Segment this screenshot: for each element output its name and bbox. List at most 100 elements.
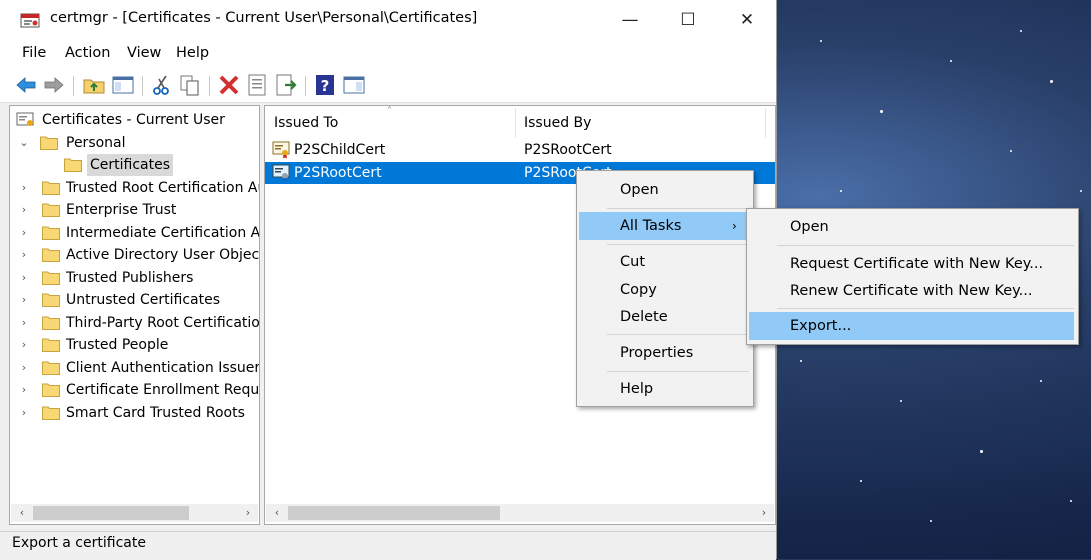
menu-action[interactable]: Action: [65, 45, 110, 61]
folder-icon: [42, 338, 60, 352]
close-button[interactable]: ✕: [718, 0, 776, 40]
menu-item-delete[interactable]: Delete: [579, 303, 751, 331]
menu-help[interactable]: Help: [176, 45, 209, 61]
delete-icon[interactable]: [217, 73, 241, 97]
menu-item-label: Open: [620, 182, 659, 198]
menu-file[interactable]: File: [22, 45, 46, 61]
menu-item-label: Export...: [790, 318, 852, 334]
submenu-item-request-new-key[interactable]: Request Certificate with New Key...: [749, 250, 1076, 278]
certificate-icon: [272, 141, 290, 159]
issued-by-cell: P2SRootCert: [524, 142, 612, 158]
tree-horizontal-scrollbar[interactable]: ‹ ›: [11, 504, 258, 522]
tree-item-label: Trusted Publishers: [66, 270, 194, 286]
title-bar[interactable]: certmgr - [Certificates - Current User\P…: [0, 0, 776, 40]
column-header-issued-to[interactable]: Issued To: [274, 115, 338, 131]
all-tasks-submenu: Open Request Certificate with New Key...…: [746, 208, 1079, 345]
folder-open-icon: [64, 158, 82, 172]
tree-item-label: Smart Card Trusted Roots: [66, 405, 245, 421]
folder-icon: [42, 203, 60, 217]
properties-icon[interactable]: [245, 73, 269, 97]
menu-item-label: Renew Certificate with New Key...: [790, 283, 1033, 299]
submenu-item-open[interactable]: Open: [749, 213, 1076, 241]
tree-root-label: Certificates - Current User: [42, 112, 225, 128]
menu-bar: File Action View Help: [0, 40, 776, 68]
chevron-right-icon[interactable]: ›: [18, 289, 30, 311]
scroll-thumb[interactable]: [33, 506, 189, 520]
tree-item-label: Trusted Root Certification Aut: [66, 180, 260, 196]
folder-icon: [42, 383, 60, 397]
help-icon[interactable]: ?: [313, 73, 337, 97]
window-title: certmgr - [Certificates - Current User\P…: [50, 10, 478, 26]
submenu-arrow-icon: ›: [732, 219, 737, 233]
tree-item-label: Untrusted Certificates: [66, 292, 220, 308]
tree-label-certificates: Certificates: [87, 154, 174, 176]
tree-label-personal: Personal: [66, 135, 126, 151]
scroll-right-icon[interactable]: ›: [755, 504, 773, 522]
console-tree[interactable]: Certificates - Current User ⌄ Personal C…: [9, 105, 260, 525]
forward-arrow-icon[interactable]: [42, 73, 66, 97]
show-action-pane-icon[interactable]: [342, 73, 366, 97]
chevron-right-icon[interactable]: ›: [18, 334, 30, 356]
chevron-right-icon[interactable]: ›: [18, 244, 30, 266]
folder-icon: [42, 181, 60, 195]
certmgr-app-icon: [20, 13, 40, 28]
back-arrow-icon[interactable]: [14, 73, 38, 97]
sort-ascending-icon: ˄: [387, 106, 392, 117]
chevron-right-icon[interactable]: ›: [18, 222, 30, 244]
menu-item-copy[interactable]: Copy: [579, 276, 751, 304]
scroll-thumb[interactable]: [288, 506, 500, 520]
folder-icon: [42, 293, 60, 307]
chevron-right-icon[interactable]: ›: [18, 402, 30, 424]
menu-item-label: Delete: [620, 309, 668, 325]
menu-item-help[interactable]: Help: [579, 375, 751, 403]
issued-to-cell: P2SChildCert: [294, 142, 386, 158]
menu-item-label: Copy: [620, 282, 657, 298]
svg-text:?: ?: [321, 77, 330, 95]
chevron-right-icon[interactable]: ›: [18, 177, 30, 199]
tree-item-label: Client Authentication Issuers: [66, 360, 260, 376]
menu-item-label: All Tasks: [620, 218, 682, 234]
table-row[interactable]: P2SChildCert P2SRootCert: [265, 139, 775, 161]
scroll-left-icon[interactable]: ‹: [13, 504, 31, 522]
chevron-down-icon[interactable]: ⌄: [18, 132, 30, 154]
chevron-right-icon[interactable]: ›: [18, 379, 30, 401]
menu-item-open[interactable]: Open: [579, 176, 751, 204]
export-list-icon[interactable]: [274, 73, 298, 97]
certificate-store-icon: [16, 112, 34, 126]
menu-item-properties[interactable]: Properties: [579, 339, 751, 367]
tree-item-label: Third-Party Root Certification: [66, 315, 260, 331]
status-text: Export a certificate: [12, 535, 146, 551]
scroll-right-icon[interactable]: ›: [239, 504, 257, 522]
chevron-right-icon[interactable]: ›: [18, 267, 30, 289]
cut-icon[interactable]: [150, 73, 174, 97]
menu-item-label: Request Certificate with New Key...: [790, 256, 1044, 272]
folder-icon: [42, 271, 60, 285]
folder-icon: [42, 406, 60, 420]
tree-item-label: Enterprise Trust: [66, 202, 177, 218]
column-header-issued-by[interactable]: Issued By: [524, 115, 591, 131]
chevron-right-icon[interactable]: ›: [18, 357, 30, 379]
submenu-item-renew-new-key[interactable]: Renew Certificate with New Key...: [749, 277, 1076, 305]
scroll-left-icon[interactable]: ‹: [268, 504, 286, 522]
show-hide-tree-icon[interactable]: [111, 73, 135, 97]
chevron-right-icon[interactable]: ›: [18, 312, 30, 334]
folder-icon: [42, 361, 60, 375]
folder-icon: [42, 248, 60, 262]
folder-icon: [42, 226, 60, 240]
up-folder-icon[interactable]: [82, 73, 106, 97]
toolbar: ?: [0, 68, 776, 103]
copy-icon[interactable]: [178, 73, 202, 97]
menu-view[interactable]: View: [127, 45, 161, 61]
menu-item-cut[interactable]: Cut: [579, 248, 751, 276]
submenu-item-export[interactable]: Export...: [749, 312, 1074, 340]
menu-item-label: Cut: [620, 254, 645, 270]
folder-icon: [42, 316, 60, 330]
minimize-button[interactable]: —: [601, 0, 659, 40]
chevron-right-icon[interactable]: ›: [18, 199, 30, 221]
tree-item-label: Active Directory User Object: [66, 247, 260, 263]
maximize-button[interactable]: ☐: [659, 0, 717, 40]
certificate-key-icon: [272, 164, 290, 182]
list-horizontal-scrollbar[interactable]: ‹ ›: [266, 504, 774, 522]
menu-item-label: Open: [790, 219, 829, 235]
menu-item-all-tasks[interactable]: All Tasks ›: [579, 212, 747, 240]
